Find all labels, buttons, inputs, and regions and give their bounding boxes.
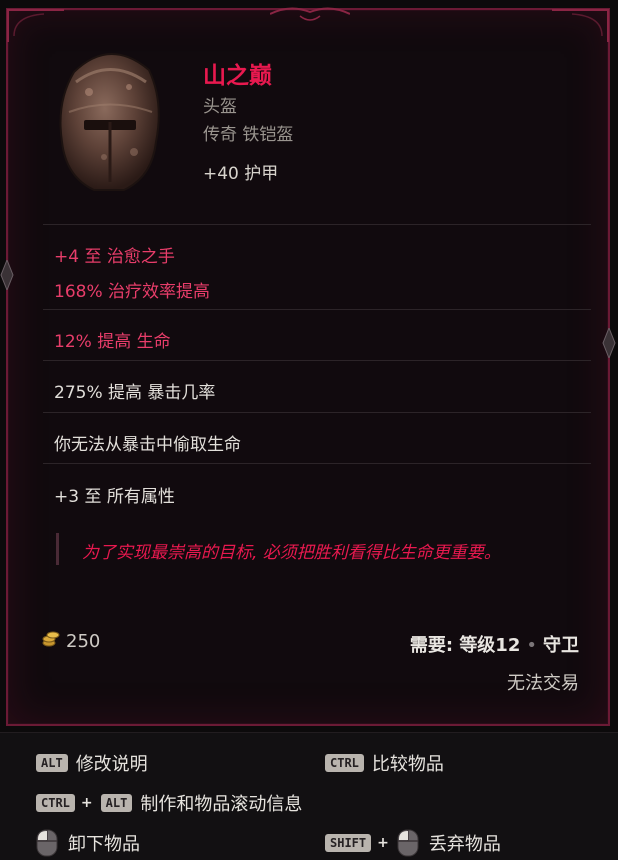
divider [43, 463, 591, 464]
top-crest-icon [270, 7, 350, 21]
ctrl-label: 比较物品 [371, 754, 444, 775]
unique-mod-line: 你无法从暴击中偷取生命 [54, 435, 241, 455]
lore-text: 为了实现最崇高的目标, 必须把胜利看得比生命更重要。 [82, 543, 501, 563]
plus-sign: + [80, 795, 93, 811]
divider [43, 224, 591, 225]
control-unequip[interactable]: 卸下物品 [36, 829, 140, 857]
ctrl-key: CTRL [325, 754, 364, 772]
affix-line: 12% 提高 生命 [54, 332, 171, 352]
helmet-icon [59, 53, 160, 191]
craft-label: 制作和物品滚动信息 [140, 794, 303, 815]
item-header: 山之巅 头盔 传奇 铁铠盔 +40 护甲 [18, 22, 602, 226]
mouse-icon [397, 829, 419, 857]
item-name: 山之巅 [203, 63, 272, 89]
divider [43, 309, 591, 310]
divider [43, 412, 591, 413]
requirement-class: 守卫 [543, 635, 579, 656]
requirement-level: 等级12 [459, 635, 521, 656]
affix-line: 168% 治疗效率提高 [54, 282, 211, 302]
control-ctrl-compare[interactable]: CTRL 比较物品 [325, 749, 444, 777]
affix-line: +4 至 治愈之手 [54, 247, 175, 267]
divider [43, 360, 591, 361]
unique-mod-line: 275% 提高 暴击几率 [54, 383, 216, 403]
untradable-label: 无法交易 [507, 673, 579, 694]
control-craft-info[interactable]: CTRL + ALT 制作和物品滚动信息 [36, 789, 302, 817]
control-drop[interactable]: SHIFT + 丢弃物品 [325, 829, 501, 857]
unique-mod-line: +3 至 所有属性 [54, 487, 175, 507]
unequip-label: 卸下物品 [68, 834, 140, 855]
requirement-label: 需要: [409, 635, 454, 656]
plus-sign: + [377, 835, 389, 851]
drop-label: 丢弃物品 [428, 834, 501, 855]
gold-value: 250 [66, 631, 101, 652]
alt-label: 修改说明 [75, 754, 148, 775]
gold-coins-icon [42, 631, 60, 647]
control-alt-modify[interactable]: ALT 修改说明 [36, 749, 148, 777]
lore-bar [56, 533, 59, 565]
implicit-stat: +40 护甲 [203, 164, 279, 184]
controls-panel: ALT 修改说明 CTRL 比较物品 CTRL + ALT 制作和物品滚动信息 … [0, 732, 618, 860]
item-tooltip: 山之巅 头盔 传奇 铁铠盔 +40 护甲 +4 至 治愈之手 168% 治疗效率… [0, 7, 616, 726]
item-rarity-base: 传奇 铁铠盔 [203, 125, 294, 145]
item-type: 头盔 [203, 97, 237, 117]
side-gem-icon [0, 260, 14, 290]
requirement: 需要: 等级12 • 守卫 [410, 631, 579, 657]
side-gem-icon [602, 328, 616, 358]
alt-key: ALT [100, 794, 133, 812]
mouse-icon [36, 829, 58, 857]
ctrl-key: CTRL [36, 794, 75, 812]
alt-key: ALT [36, 754, 68, 772]
shift-key: SHIFT [325, 834, 372, 852]
separator-dot: • [526, 635, 537, 656]
